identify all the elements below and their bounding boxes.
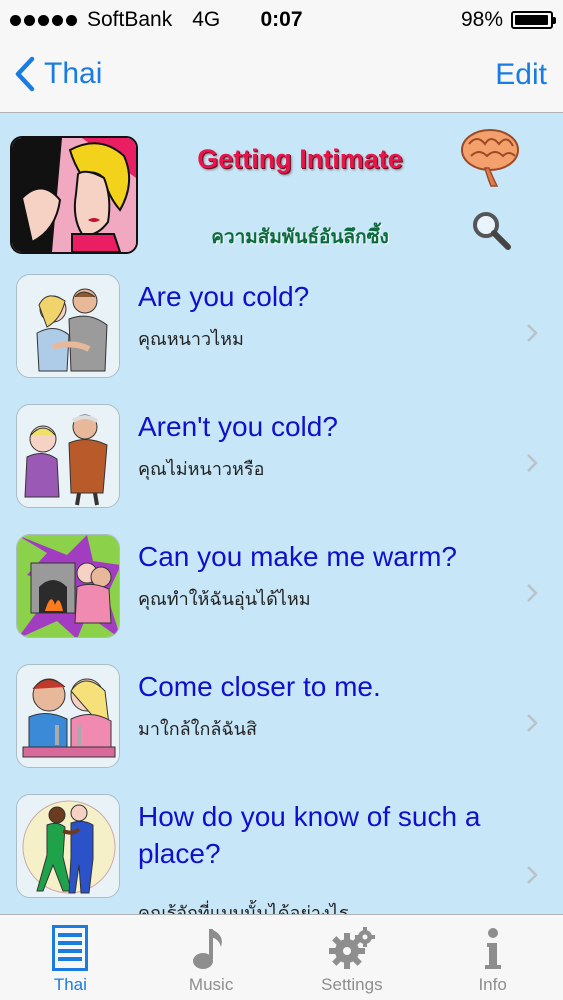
phrase-thai: คุณทำให้ฉันอุ่นได้ไหม — [138, 589, 311, 609]
phrase-english: Aren't you cold? — [138, 411, 338, 442]
music-note-icon — [193, 929, 223, 969]
category-subtitle: ความสัมพันธ์อันลึกซึ้ง — [211, 227, 389, 248]
phrase-english: Can you make me warm? — [138, 541, 458, 572]
navigation-bar: Thai Edit — [0, 38, 563, 113]
tab-thai[interactable]: Thai — [0, 915, 141, 1000]
list-item[interactable]: Come closer to me. มาใกล้ใกล้ฉันสิ — [0, 654, 563, 784]
phrase-english: Are you cold? — [138, 281, 310, 312]
phrase-english: How do you know of such a place? — [138, 801, 481, 869]
elderly-couple-image — [16, 404, 120, 508]
fireplace-couple-image — [16, 534, 120, 638]
dancing-couple-image — [16, 794, 120, 898]
back-button-label: Thai — [44, 57, 103, 90]
phrase-list: Are you cold? คุณหนาวไหม Aren't you cold… — [0, 264, 563, 934]
chevron-right-icon — [527, 714, 538, 732]
list-icon — [52, 925, 89, 971]
couple-hug-image — [16, 274, 120, 378]
chevron-right-icon — [527, 324, 538, 342]
battery-info: 98% — [460, 8, 556, 32]
phrase-thai: คุณไม่หนาวหรือ — [138, 459, 265, 479]
category-image — [10, 136, 138, 254]
back-button[interactable]: Thai — [14, 56, 102, 92]
chevron-right-icon — [527, 584, 538, 602]
battery-icon — [511, 11, 556, 29]
info-icon — [484, 928, 501, 969]
chevron-right-icon — [527, 454, 538, 472]
tab-label: Thai — [53, 975, 87, 994]
chevron-right-icon — [527, 866, 538, 884]
list-item[interactable]: How do you know of such a place? คุณรู้จ… — [0, 784, 563, 934]
brain-icon[interactable] — [459, 126, 521, 188]
edit-button[interactable]: Edit — [495, 58, 547, 92]
phrase-thai: คุณหนาวไหม — [138, 329, 244, 349]
phrase-thai: มาใกล้ใกล้ฉันสิ — [138, 719, 257, 739]
status-bar: SoftBank 4G 0:07 98% — [0, 0, 563, 38]
tab-label: Info — [478, 975, 507, 994]
battery-percent: 98% — [460, 8, 503, 31]
tab-label: Settings — [321, 975, 383, 994]
search-icon[interactable] — [471, 210, 511, 250]
tab-music[interactable]: Music — [141, 915, 282, 1000]
tab-settings[interactable]: Settings — [282, 915, 423, 1000]
tab-info[interactable]: Info — [422, 915, 563, 1000]
list-item[interactable]: Are you cold? คุณหนาวไหม — [0, 264, 563, 394]
category-header: Getting Intimate ความสัมพันธ์อันลึกซึ้ง — [0, 114, 563, 264]
list-item[interactable]: Can you make me warm? คุณทำให้ฉันอุ่นได้… — [0, 524, 563, 654]
cafe-couple-image — [16, 664, 120, 768]
tab-bar: Thai Music Settings Info — [0, 914, 563, 1000]
phrase-english: Come closer to me. — [138, 671, 381, 702]
category-title: Getting Intimate — [197, 144, 403, 174]
tab-label: Music — [188, 975, 234, 994]
list-item[interactable]: Aren't you cold? คุณไม่หนาวหรือ — [0, 394, 563, 524]
chevron-left-icon — [15, 56, 35, 92]
gear-icon — [328, 927, 375, 969]
